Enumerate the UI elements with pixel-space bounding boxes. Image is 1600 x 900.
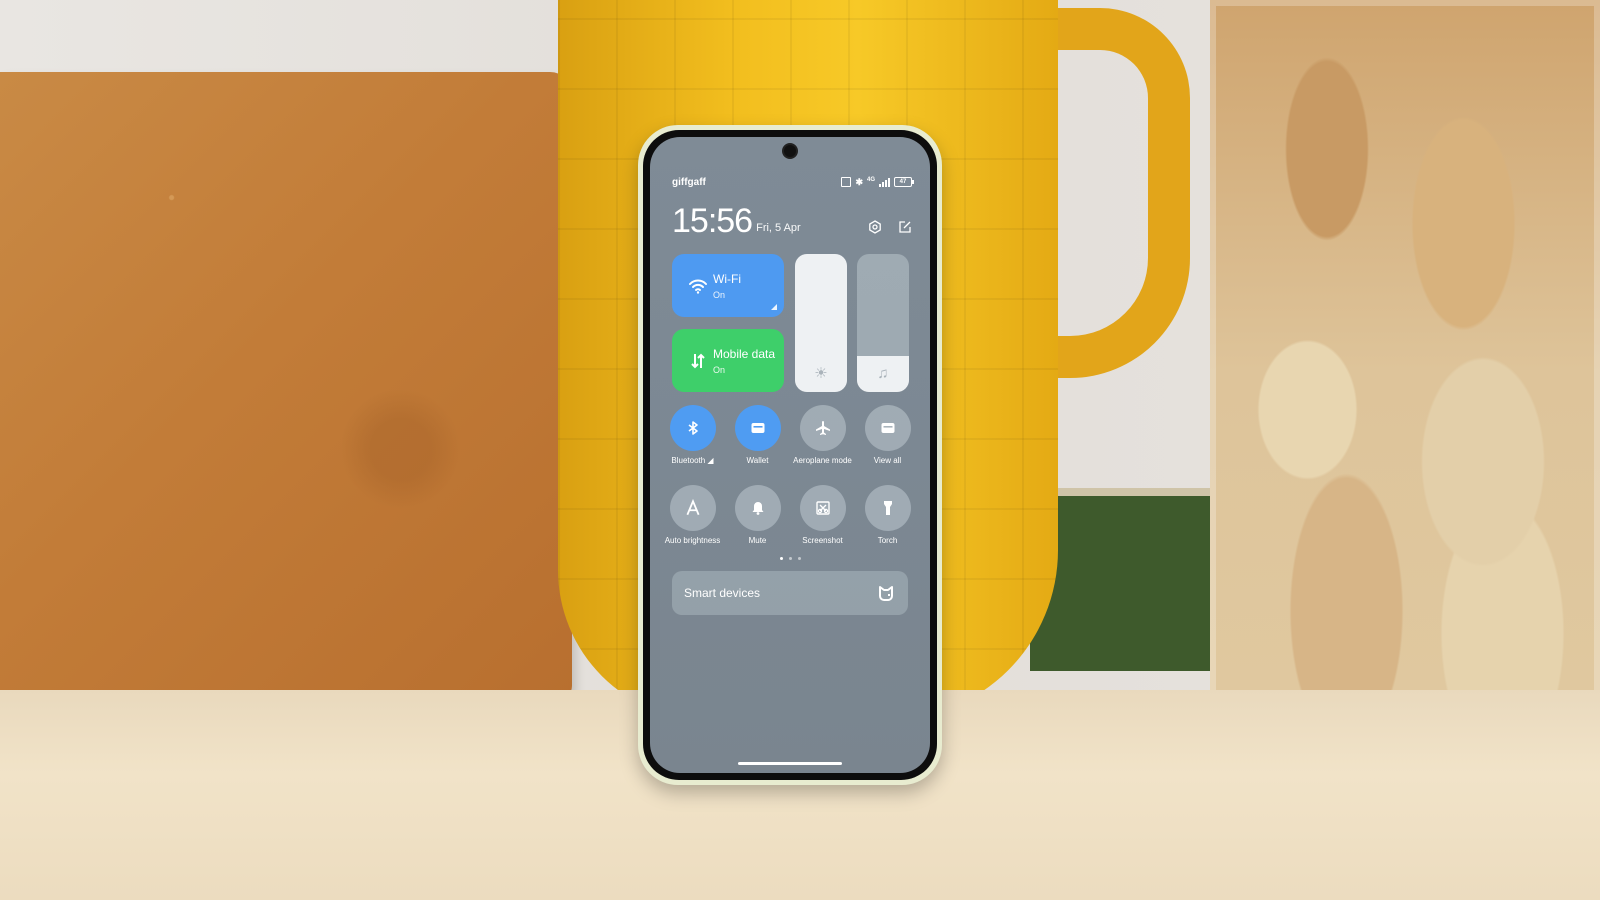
wallet-toggle-button[interactable] (734, 405, 781, 451)
carrier-name: giffgaff (672, 176, 706, 188)
status-bar: giffgaff ✱ 4G 47 (672, 175, 914, 189)
scissors-icon (815, 501, 830, 515)
mute-toggle-button[interactable] (734, 485, 781, 531)
view-all-toggle-button[interactable] (864, 405, 911, 451)
date: Fri, 5 Apr (756, 222, 801, 234)
music-note-icon: ♫ (877, 365, 889, 382)
toggle-label: Bluetooth ◢ (671, 456, 714, 465)
mobile-data-state: On (713, 365, 726, 375)
toggle-label: Screenshot (802, 536, 843, 545)
toggle-wallet[interactable]: Wallet (725, 405, 790, 475)
aeroplane-toggle-button[interactable] (799, 405, 846, 451)
toggle-label: Auto brightness (664, 536, 721, 545)
wifi-icon (688, 276, 708, 296)
volume-slider[interactable]: ♫ (857, 254, 909, 392)
wifi-title: Wi-Fi (713, 272, 741, 286)
toggle-mute[interactable]: Mute (725, 485, 790, 555)
wifi-tile[interactable]: Wi-Fi On (672, 254, 784, 317)
page-dot-3[interactable] (797, 557, 801, 560)
bluetooth-toggle-button[interactable] (669, 405, 716, 451)
mi-home-icon (876, 583, 896, 603)
photo-green-box (1030, 488, 1230, 671)
letter-a-icon (686, 499, 699, 516)
phone-frame: giffgaff ✱ 4G 47 15:56 Fri, 5 Apr Wi-Fi … (638, 125, 942, 785)
page-indicator (650, 557, 930, 560)
status-icons: ✱ 4G 47 (841, 176, 914, 188)
bell-icon (752, 502, 763, 515)
bluetooth-icon (688, 421, 698, 435)
airplane-icon (815, 421, 830, 435)
header-row: 15:56 Fri, 5 Apr (672, 204, 912, 238)
mobile-data-tile[interactable]: Mobile data On (672, 329, 784, 392)
auto-brightness-toggle-button[interactable] (669, 485, 716, 531)
data-arrows-icon (688, 351, 708, 371)
sun-icon: ☀ (814, 365, 828, 382)
toggle-bluetooth[interactable]: Bluetooth ◢ (660, 405, 725, 475)
toggle-label: Torch (877, 536, 898, 545)
network-type: 4G (866, 176, 875, 183)
mobile-data-title: Mobile data (713, 347, 776, 361)
toggle-label: Wallet (746, 456, 769, 465)
wifi-state: On (713, 290, 726, 300)
flashlight-icon (883, 501, 892, 515)
battery-icon: 47 (894, 177, 914, 187)
front-camera (784, 145, 796, 157)
toggle-label: Mute (748, 536, 767, 545)
signal-icon (879, 177, 890, 187)
toggle-label: Aeroplane mode (793, 456, 852, 465)
toggle-aeroplane-mode[interactable]: Aeroplane mode (790, 405, 855, 475)
control-center-screen: giffgaff ✱ 4G 47 15:56 Fri, 5 Apr Wi-Fi … (650, 137, 930, 773)
toggle-auto-brightness[interactable]: Auto brightness (660, 485, 725, 555)
settings-icon[interactable] (868, 220, 882, 234)
expand-corner-icon[interactable] (771, 304, 777, 310)
home-indicator[interactable] (738, 762, 842, 765)
bluetooth-icon: ✱ (855, 176, 863, 187)
smart-devices-label: Smart devices (684, 586, 761, 600)
nfc-icon (841, 177, 852, 187)
edit-icon[interactable] (898, 220, 912, 234)
toggle-view-all[interactable]: View all (855, 405, 920, 475)
screenshot-toggle-button[interactable] (799, 485, 846, 531)
wallet-icon (751, 423, 764, 433)
phone-bezel: giffgaff ✱ 4G 47 15:56 Fri, 5 Apr Wi-Fi … (643, 130, 937, 780)
photo-cork-board (0, 72, 572, 700)
toggle-screenshot[interactable]: Screenshot (790, 485, 855, 555)
page-dot-1[interactable] (779, 557, 783, 560)
wallet-icon (881, 423, 894, 433)
toggle-grid: Bluetooth ◢ Wallet Aeroplane mode View a… (660, 405, 920, 555)
smart-devices-button[interactable]: Smart devices (672, 571, 908, 615)
clock: 15:56 (672, 202, 753, 240)
torch-toggle-button[interactable] (864, 485, 911, 531)
brightness-slider[interactable]: ☀ (795, 254, 847, 392)
photo-cork-jar (1210, 0, 1600, 745)
page-dot-2[interactable] (788, 557, 792, 560)
toggle-label: View all (873, 456, 902, 465)
toggle-torch[interactable]: Torch (855, 485, 920, 555)
